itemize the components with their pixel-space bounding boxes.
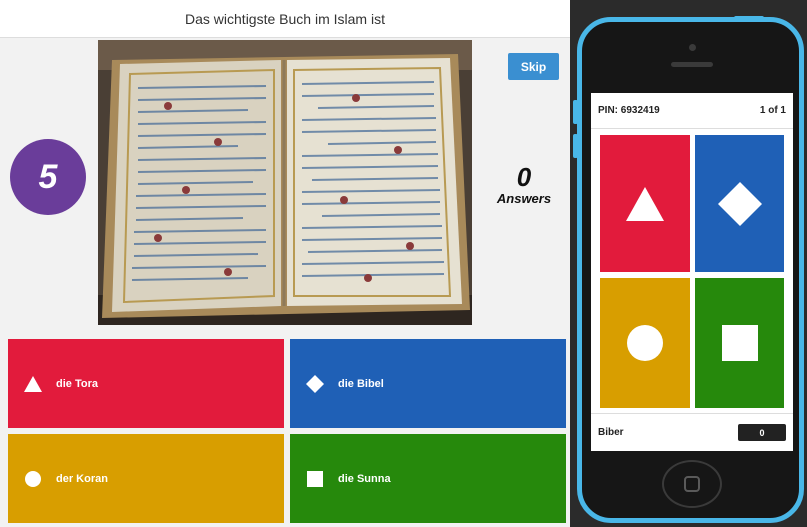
score-badge: 0 (738, 424, 786, 441)
host-screen: Das wichtigste Buch im Islam ist Skip 5 … (0, 0, 570, 527)
diamond-icon (306, 374, 324, 393)
square-icon (306, 470, 324, 488)
phone-choice-circle[interactable] (600, 278, 690, 408)
home-button[interactable] (662, 460, 722, 508)
answer-count-value: 0 (516, 162, 532, 192)
phone-footer: Biber 0 (591, 413, 793, 451)
answer-label: die Sunna (338, 472, 391, 485)
question-bar: Das wichtigste Buch im Islam ist (0, 0, 570, 38)
phone-header: PIN: 6932419 1 of 1 (591, 93, 793, 129)
answer-counter: 0 Answers (483, 163, 565, 206)
circle-icon (627, 325, 663, 361)
answer-count-label: Answers (496, 191, 552, 206)
answer-tile-yellow[interactable]: der Koran (8, 434, 284, 523)
speaker-grille (671, 62, 713, 67)
phone-choice-triangle[interactable] (600, 135, 690, 272)
countdown-timer: 5 (10, 139, 86, 215)
answer-tile-red[interactable]: die Tora (8, 339, 284, 428)
question-progress: 1 of 1 (759, 105, 786, 116)
question-image (98, 40, 472, 325)
answer-label: die Tora (56, 377, 98, 390)
answer-label: die Bibel (338, 377, 384, 390)
triangle-icon (24, 375, 42, 393)
triangle-icon (626, 186, 664, 221)
phone-screen: PIN: 6932419 1 of 1 Biber 0 (591, 93, 793, 451)
player-nickname: Biber (598, 427, 624, 438)
phone-choice-diamond[interactable] (695, 135, 784, 272)
skip-button[interactable]: Skip (508, 53, 559, 80)
question-text: Das wichtigste Buch im Islam ist (185, 10, 385, 27)
answer-label: der Koran (56, 472, 108, 485)
circle-icon (24, 470, 42, 488)
home-square-icon (684, 476, 700, 492)
diamond-icon (717, 181, 762, 226)
phone-choice-square[interactable] (695, 278, 784, 408)
answer-tile-blue[interactable]: die Bibel (290, 339, 566, 428)
open-book-image (98, 40, 472, 325)
game-pin: PIN: 6932419 (598, 105, 660, 116)
camera-icon (689, 44, 696, 51)
answer-tile-green[interactable]: die Sunna (290, 434, 566, 523)
square-icon (721, 325, 758, 361)
